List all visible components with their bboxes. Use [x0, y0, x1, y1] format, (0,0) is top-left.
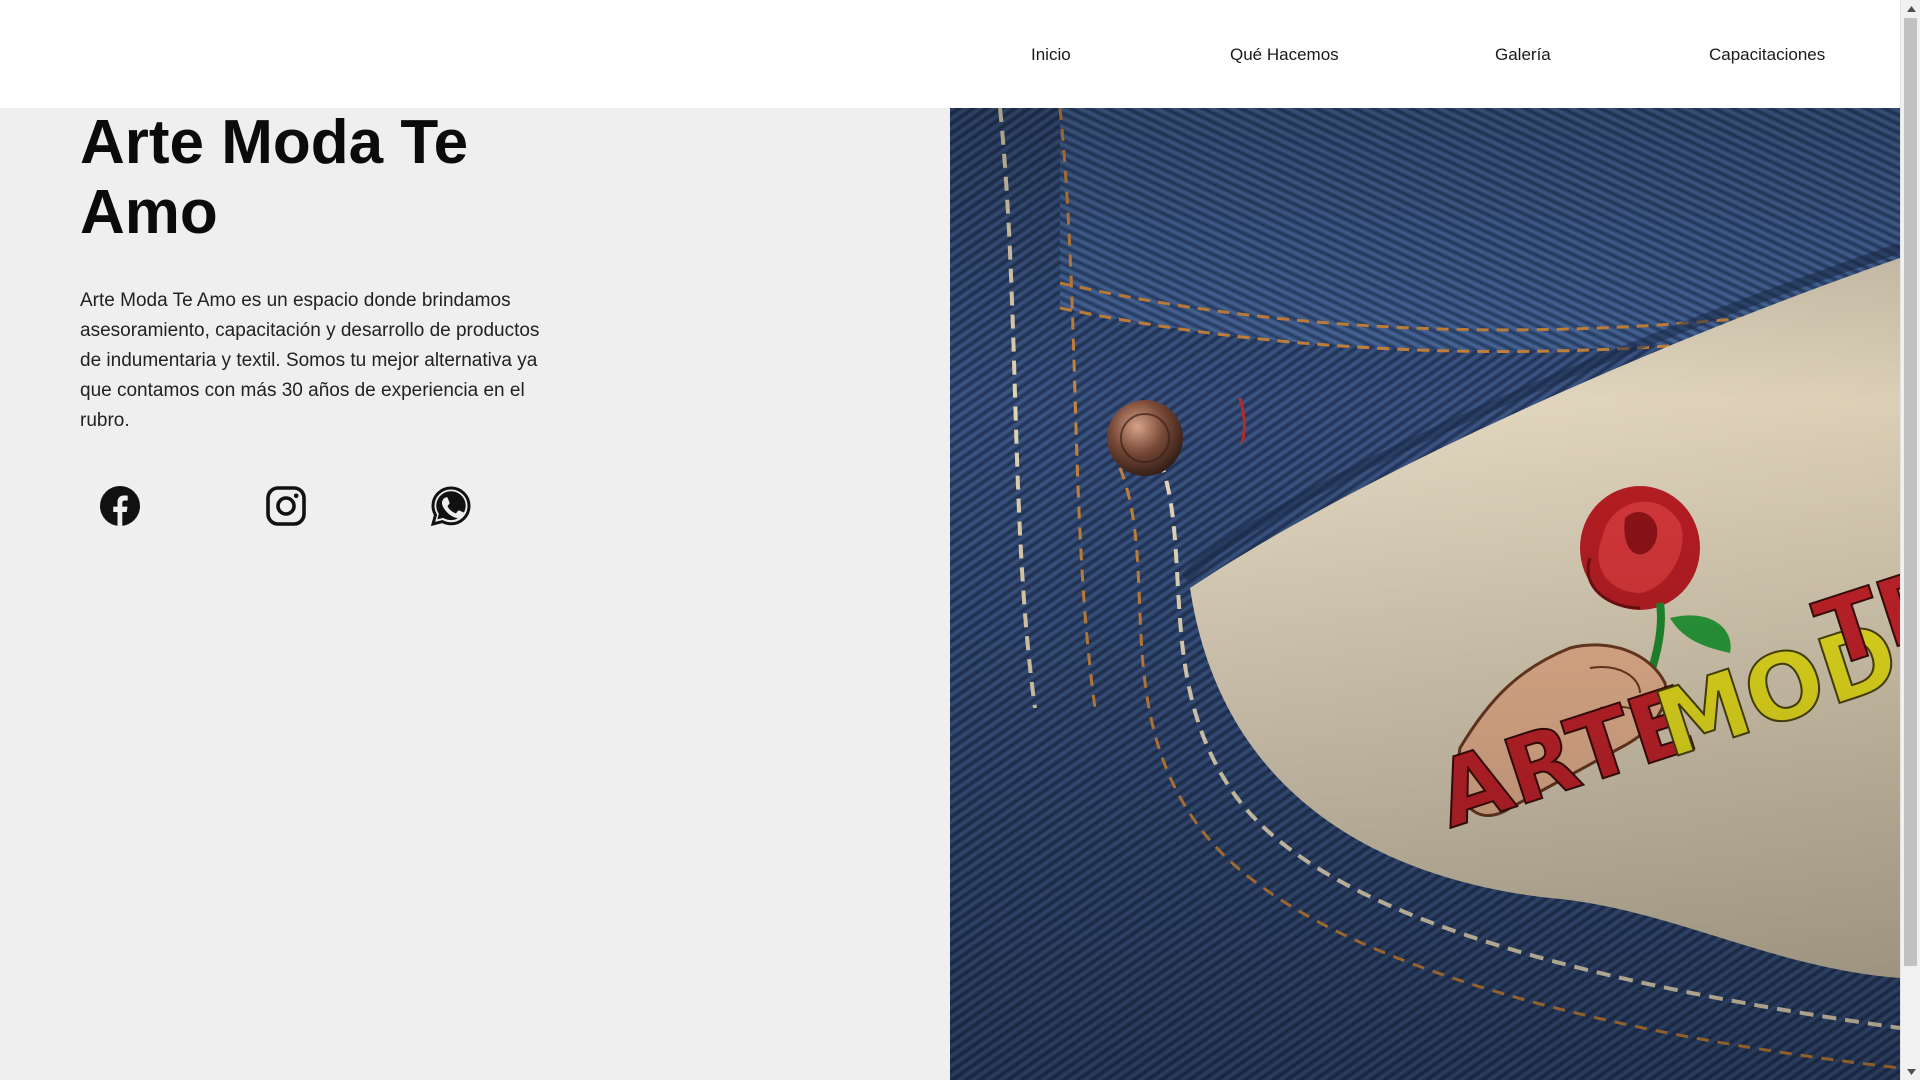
nav-que-hacemos[interactable]: Qué Hacemos: [1230, 45, 1339, 65]
hero-title: Arte Moda Te Amo: [80, 108, 469, 247]
arrow-down-icon: [1906, 1068, 1916, 1075]
whatsapp-icon: [431, 486, 471, 526]
nav-galeria[interactable]: Galería: [1495, 45, 1551, 65]
scroll-up-button[interactable]: [1901, 0, 1920, 17]
page-scrollbar[interactable]: [1900, 0, 1920, 1080]
arrow-up-icon: [1906, 5, 1916, 12]
facebook-icon: [100, 486, 140, 526]
whatsapp-link[interactable]: [429, 484, 473, 528]
nav-inicio[interactable]: Inicio: [1031, 45, 1071, 65]
hero-description: Arte Moda Te Amo es un espacio donde bri…: [80, 290, 540, 431]
instagram-link[interactable]: [264, 484, 308, 528]
facebook-link[interactable]: [98, 484, 142, 528]
scroll-thumb[interactable]: [1904, 18, 1917, 966]
instagram-icon: [266, 486, 306, 526]
hero-image: ARTE MODA TE: [950, 108, 1900, 1080]
nav-capacitaciones[interactable]: Capacitaciones: [1709, 45, 1825, 65]
scroll-down-button[interactable]: [1901, 1063, 1920, 1080]
site-header: Inicio Qué Hacemos Galería Capacitacione…: [0, 0, 1900, 108]
hero-section: Arte Moda Te Amo Arte Moda Te Amo es un …: [0, 108, 950, 1080]
denim-pocket-illustration: ARTE MODA TE: [950, 108, 1900, 1080]
